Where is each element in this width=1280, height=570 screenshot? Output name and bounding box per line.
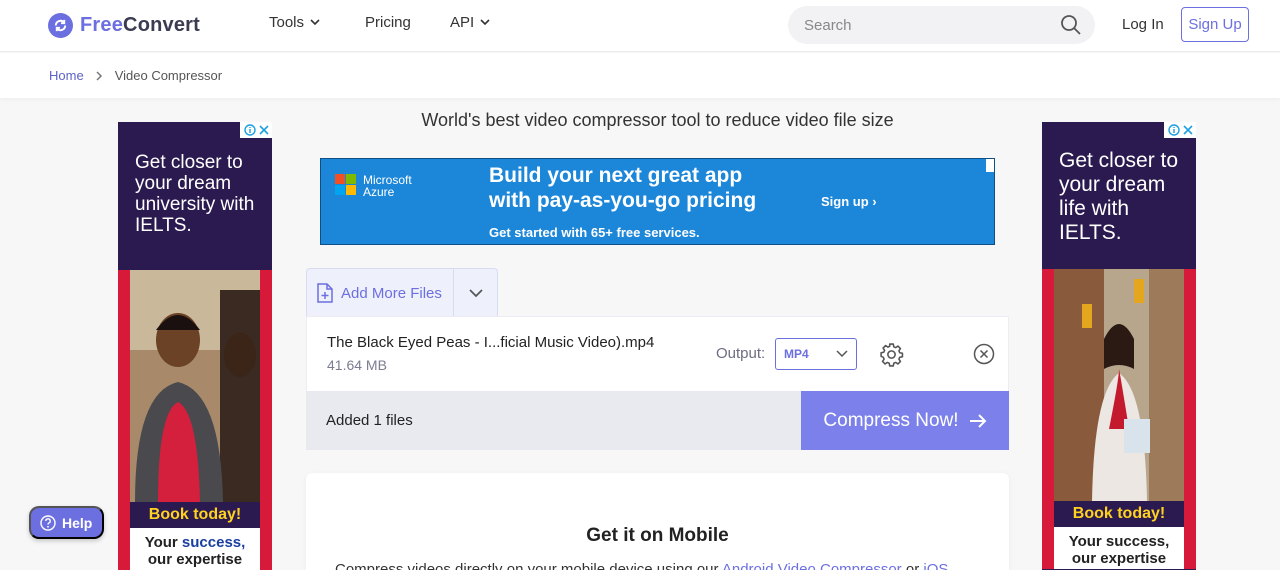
- left-ad-photo-frame: Book today! Your success, our expertise: [118, 270, 272, 570]
- ios-link[interactable]: iOS: [923, 561, 948, 570]
- chevron-down-icon: [469, 288, 483, 297]
- right-ad-book-label: Book today!: [1054, 501, 1184, 527]
- banner-headline: Build your next great app with pay-as-you…: [489, 164, 757, 212]
- brand-name: FreeConvert: [80, 13, 201, 36]
- chevron-down-icon: [310, 19, 320, 26]
- search-input[interactable]: [804, 14, 1054, 36]
- left-ad-headline: Get closer to your dream university with…: [135, 152, 255, 236]
- output-format-select[interactable]: MP4: [775, 338, 857, 370]
- add-file-icon: [317, 283, 333, 303]
- nav-pricing[interactable]: Pricing: [365, 14, 411, 31]
- breadcrumb-bar: Home Video Compressor: [0, 53, 1280, 98]
- add-source-dropdown-button[interactable]: [454, 269, 498, 317]
- settings-gear-icon[interactable]: [879, 342, 904, 367]
- ad-close-icon[interactable]: [258, 124, 270, 136]
- azure-brand: Microsoft Azure: [363, 173, 412, 199]
- add-more-files-button[interactable]: Add More Files: [307, 269, 453, 317]
- chevron-down-icon: [480, 19, 490, 26]
- action-bar: Added 1 files Compress Now!: [306, 391, 1009, 450]
- ad-info-icon[interactable]: [244, 124, 256, 136]
- right-ad-photo-frame: Book today! Your success, our expertise: [1042, 269, 1196, 569]
- breadcrumb-home[interactable]: Home: [49, 68, 84, 83]
- convert-arrows-icon: [48, 12, 73, 38]
- chevron-right-icon: [96, 70, 102, 81]
- left-ad-book-label: Book today!: [130, 502, 260, 528]
- left-ad-tagline: Your success, our expertise: [130, 528, 260, 570]
- freeconvert-logo[interactable]: FreeConvert: [48, 12, 200, 38]
- help-button[interactable]: Help: [29, 506, 104, 539]
- arrow-right-icon: [969, 413, 986, 428]
- nav-tools-label: Tools: [269, 14, 305, 31]
- right-ad-headline: Get closer to your dream life with IELTS…: [1059, 149, 1179, 244]
- right-ad-tagline: Your success, our expertise: [1054, 527, 1184, 569]
- file-size: 41.64 MB: [327, 357, 387, 373]
- left-ad[interactable]: Get closer to your dream university with…: [118, 122, 272, 570]
- mobile-apps-card: Get it on Mobile Compress videos directl…: [306, 473, 1009, 570]
- mobile-title: Get it on Mobile: [586, 525, 729, 546]
- help-label: Help: [62, 514, 93, 531]
- right-ad-photo: [1054, 269, 1184, 501]
- breadcrumb: Home Video Compressor: [49, 68, 222, 83]
- banner-footer-text: Get started with 65+ free services.: [489, 225, 700, 240]
- nav-api[interactable]: API: [450, 14, 490, 31]
- android-compressor-link[interactable]: Android Video Compressor: [722, 561, 902, 570]
- login-link[interactable]: Log In: [1122, 16, 1164, 33]
- compress-now-button[interactable]: Compress Now!: [801, 391, 1009, 450]
- nav-api-label: API: [450, 14, 475, 31]
- add-files-group: Add More Files: [306, 268, 498, 317]
- compress-now-label: Compress Now!: [823, 409, 959, 431]
- ad-choices[interactable]: [240, 122, 272, 138]
- top-header: FreeConvert Tools Pricing API Log In Sig…: [0, 0, 1280, 52]
- nav-tools[interactable]: Tools: [269, 14, 320, 31]
- chevron-down-icon: [836, 350, 848, 358]
- output-label: Output:: [716, 345, 766, 362]
- add-more-files-label: Add More Files: [341, 284, 442, 302]
- left-ad-photo: [130, 270, 260, 502]
- mobile-description: Compress videos directly on your mobile …: [335, 561, 995, 570]
- banner-signup-link[interactable]: Sign up ›: [821, 194, 877, 209]
- ad-choices[interactable]: [1164, 122, 1196, 138]
- added-files-count: Added 1 files: [326, 412, 413, 429]
- ad-close-icon[interactable]: [1182, 124, 1194, 136]
- microsoft-logo: [335, 174, 356, 195]
- search-icon[interactable]: [1060, 14, 1082, 36]
- nav-pricing-label: Pricing: [365, 14, 411, 31]
- right-ad[interactable]: Get closer to your dream life with IELTS…: [1042, 122, 1196, 570]
- signup-button[interactable]: Sign Up: [1181, 7, 1249, 42]
- file-row: The Black Eyed Peas - I...ficial Music V…: [306, 316, 1009, 392]
- breadcrumb-current: Video Compressor: [114, 68, 223, 83]
- remove-file-icon[interactable]: [973, 343, 995, 365]
- ad-info-icon[interactable]: [1168, 124, 1180, 136]
- search-box: [788, 6, 1095, 44]
- file-name: The Black Eyed Peas - I...ficial Music V…: [327, 334, 655, 351]
- ad-close-icon[interactable]: [986, 159, 994, 172]
- azure-banner-ad[interactable]: Microsoft Azure Build your next great app…: [320, 158, 995, 245]
- output-format-value: MP4: [784, 347, 809, 361]
- help-question-icon: [40, 514, 56, 531]
